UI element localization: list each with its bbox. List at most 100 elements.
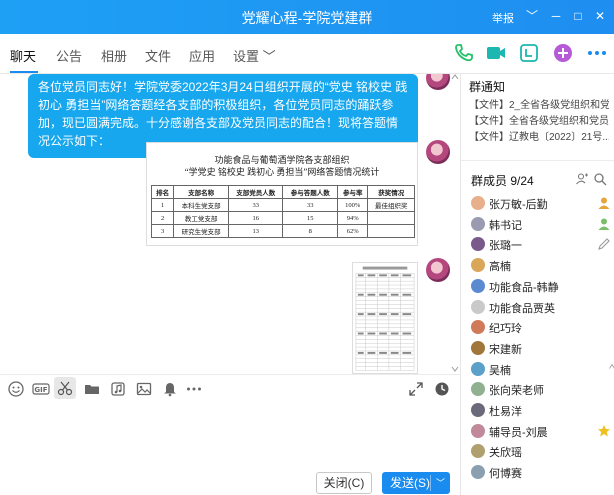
tab-album[interactable]: 相册	[101, 46, 127, 65]
member-name: 杜易洋	[489, 406, 522, 418]
add-member-icon[interactable]	[575, 172, 589, 186]
history-icon[interactable]	[434, 381, 450, 397]
tab-bar: 聊天 公告 相册 文件 应用 设置 ﹀	[0, 34, 614, 74]
table-cell: 15	[282, 211, 339, 225]
notice-item[interactable]: 【文件】2_全省各级党组织和党...	[469, 96, 609, 111]
scroll-up-arrow-icon[interactable]	[609, 364, 614, 369]
member-name: 吴楠	[489, 364, 511, 377]
message-input[interactable]	[0, 402, 460, 468]
member-item[interactable]: 张璐一	[471, 235, 611, 255]
send-options-chevron-icon[interactable]: ﹀	[436, 472, 445, 494]
compose-toolbar: GIF	[0, 374, 460, 402]
member-item[interactable]: 何博赛	[471, 463, 611, 483]
music-icon[interactable]	[110, 381, 126, 397]
member-item[interactable]: 张向荣老师	[471, 380, 611, 400]
member-item[interactable]: 辅导员-刘晨	[471, 422, 611, 442]
doc-subheading: “学党史 铭校史 践初心 勇担当”网络答题情况统计	[184, 167, 380, 177]
tab-apps[interactable]: 应用	[189, 46, 215, 65]
member-item[interactable]: 杜易洋	[471, 401, 611, 421]
scissors-icon	[57, 381, 73, 396]
notice-item[interactable]: 【文件】全省各级党组织和党员...	[469, 112, 609, 127]
avatar	[471, 237, 485, 252]
avatar	[471, 216, 485, 231]
emoji-icon[interactable]	[8, 381, 24, 397]
search-icon[interactable]	[593, 172, 607, 186]
folder-icon[interactable]	[84, 381, 100, 397]
send-button-label: 发送(S)	[390, 476, 430, 490]
member-item[interactable]: 功能食品-韩静	[471, 277, 611, 297]
tab-announcement[interactable]: 公告	[56, 46, 82, 65]
member-item[interactable]: 关欣瑶	[471, 442, 611, 462]
avatar[interactable]	[426, 74, 450, 90]
image-icon[interactable]	[136, 381, 152, 397]
close-chat-button[interactable]: 关闭(C)	[316, 472, 372, 494]
table-cell: 最佳组织奖	[367, 198, 415, 212]
close-button[interactable]: ✕	[592, 8, 608, 24]
member-name: 张向荣老师	[489, 385, 544, 398]
more-icon[interactable]	[186, 381, 202, 397]
table-cell: 13	[227, 224, 284, 238]
avatar	[471, 278, 485, 293]
avatar	[471, 299, 485, 314]
avatar	[471, 444, 485, 459]
member-name: 功能食品-韩静	[489, 281, 559, 294]
avatar	[471, 382, 485, 397]
table-cell: 3	[150, 224, 175, 238]
active-tab-indicator	[10, 71, 38, 73]
table-row: 2 教工党支部 16 15 94%	[150, 211, 415, 225]
scroll-down-arrow-icon[interactable]	[451, 366, 459, 372]
scroll-up-arrow-icon[interactable]	[451, 74, 459, 80]
avatar[interactable]	[426, 140, 450, 164]
image-attachment[interactable]: 功能食品与葡萄酒学院各支部组织 “学党史 铭校史 践初心 勇担当”网络答题情况统…	[146, 142, 418, 246]
member-item[interactable]: 韩书记	[471, 215, 611, 235]
table-cell: 1	[150, 198, 175, 212]
member-name: 张万敏-后勤	[489, 199, 548, 211]
chat-history[interactable]: 各位党员同志好！学院党委2022年3月24日组织开展的“党史 铭校史 践初心 勇…	[0, 74, 460, 374]
table-cell	[367, 211, 415, 225]
tab-settings[interactable]: 设置 ﹀	[233, 46, 276, 65]
member-item[interactable]: 高楠	[471, 256, 611, 276]
stats-table: 排名 支部名称 支部党员人数 参与答题人数 参与率 获奖情况 1 本科生党支部 …	[150, 185, 415, 238]
maximize-button[interactable]: □	[570, 8, 586, 24]
member-item[interactable]: 功能食品贾英	[471, 298, 611, 318]
add-app-icon[interactable]	[552, 42, 574, 64]
more-icon[interactable]	[586, 42, 608, 64]
edit-icon	[598, 238, 610, 251]
report-link[interactable]: 举报	[492, 10, 514, 26]
member-item[interactable]: 纪巧玲	[471, 318, 611, 338]
classroom-icon[interactable]	[518, 42, 540, 64]
table-cell: 8	[282, 224, 339, 238]
table-cell: 本科生党支部	[173, 198, 229, 212]
member-name: 纪巧玲	[489, 323, 522, 336]
svg-text:GIF: GIF	[34, 386, 47, 394]
tab-files[interactable]: 文件	[145, 46, 171, 65]
member-item[interactable]: 张万敏-后勤	[471, 194, 611, 214]
scissors-button[interactable]	[54, 377, 76, 399]
table-cell: 33	[282, 198, 339, 212]
notice-title: 群通知	[469, 80, 506, 94]
chevron-down-icon[interactable]: ﹀	[524, 8, 540, 24]
group-info-panel: 群通知 【文件】2_全省各级党组织和党... 【文件】全省各级党组织和党员...…	[460, 74, 614, 495]
table-cell: 94%	[337, 211, 369, 225]
notice-item[interactable]: 【文件】辽教电〔2022〕21号...	[469, 128, 609, 143]
bell-icon[interactable]	[162, 381, 178, 397]
member-item[interactable]: 吴楠	[471, 360, 611, 380]
minimize-button[interactable]: ─	[548, 8, 564, 24]
member-item[interactable]: 宋建新	[471, 339, 611, 359]
divider	[461, 160, 614, 161]
avatar[interactable]	[426, 258, 450, 282]
expand-icon[interactable]	[408, 381, 424, 397]
avatar	[471, 320, 485, 335]
avatar	[471, 465, 485, 480]
phone-icon[interactable]	[452, 42, 474, 64]
table-cell	[367, 224, 415, 238]
members-title: 群成员 9/24	[471, 174, 534, 188]
table-header: 支部党员人数	[227, 185, 284, 199]
gif-icon[interactable]: GIF	[32, 381, 50, 397]
video-icon[interactable]	[485, 42, 507, 64]
avatar	[471, 258, 485, 273]
send-button[interactable]: 发送(S) ﹀	[382, 472, 450, 494]
tab-chat[interactable]: 聊天	[10, 46, 36, 65]
member-name: 辅导员-刘晨	[489, 426, 548, 439]
spreadsheet-image-attachment[interactable]	[352, 262, 418, 374]
